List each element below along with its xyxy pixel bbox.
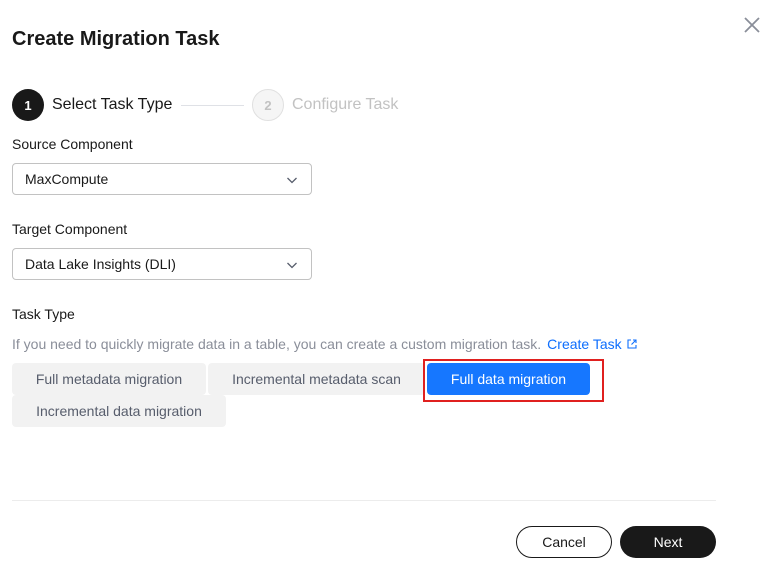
source-component-label: Source Component [12,136,133,152]
step-number: 2 [252,89,284,121]
highlight-box [423,359,604,402]
hint-text: If you need to quickly migrate data in a… [12,336,542,352]
step-label: Select Task Type [52,96,173,113]
step-configure-task: 2 Configure Task [252,89,398,121]
task-type-full-metadata-migration[interactable]: Full metadata migration [12,363,206,395]
task-type-incremental-data-migration[interactable]: Incremental data migration [12,395,226,427]
dialog-title: Create Migration Task [12,28,220,50]
footer-divider [12,500,716,501]
next-button[interactable]: Next [620,526,716,558]
source-component-value: MaxCompute [25,171,109,187]
task-type-label: Task Type [12,306,75,322]
create-task-link-label: Create Task [547,336,622,352]
step-label: Configure Task [292,96,399,113]
target-component-label: Target Component [12,221,128,237]
step-number: 1 [12,89,44,121]
cancel-button[interactable]: Cancel [516,526,612,558]
step-select-task-type: 1 Select Task Type [12,89,172,121]
close-icon[interactable] [740,13,764,37]
chevron-down-icon [287,262,297,269]
chevron-down-icon [287,177,297,184]
external-link-icon [627,339,637,349]
create-task-link[interactable]: Create Task [547,336,637,352]
target-component-select[interactable]: Data Lake Insights (DLI) [12,248,312,280]
source-component-select[interactable]: MaxCompute [12,163,312,195]
task-type-hint: If you need to quickly migrate data in a… [12,336,638,352]
task-type-incremental-metadata-scan[interactable]: Incremental metadata scan [208,363,425,395]
step-connector [181,105,244,106]
target-component-value: Data Lake Insights (DLI) [25,256,176,272]
